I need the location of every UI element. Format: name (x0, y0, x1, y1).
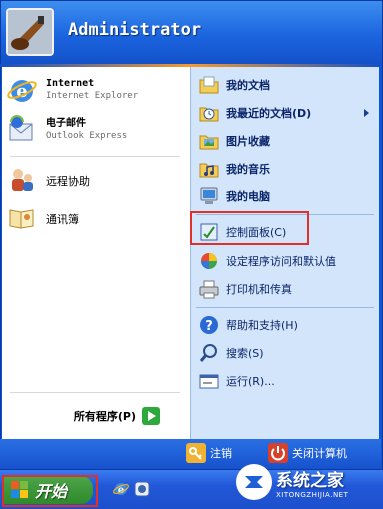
all-programs-button[interactable]: 所有程序(P) (2, 395, 190, 437)
right-item-label: 打印机和传真 (226, 283, 292, 296)
right-item-label: 搜索(S) (226, 347, 264, 360)
address-book-icon (6, 202, 38, 234)
start-button-highlight (2, 475, 98, 507)
right-item-label: 帮助和支持(H) (226, 319, 298, 332)
key-icon (186, 443, 206, 463)
right-item-program-defaults[interactable]: 设定程序访问和默认值 (198, 248, 336, 274)
watermark: 系统之家 XITONGZHIJIA.NET (236, 458, 381, 506)
pinned-item-title: 电子邮件 (46, 118, 86, 129)
my-pictures-icon (198, 130, 220, 152)
right-item-search[interactable]: 搜索(S) (198, 340, 264, 366)
my-music-icon (198, 158, 220, 180)
right-item-my-documents[interactable]: 我的文档 (198, 72, 270, 98)
program-defaults-icon (198, 250, 220, 272)
right-item-label: 我最近的文档(D) (226, 107, 312, 120)
watermark-title: 系统之家 (276, 470, 344, 491)
right-item-my-pictures[interactable]: 图片收藏 (198, 128, 270, 154)
recent-item-address-book[interactable]: 通讯簿 (6, 202, 79, 234)
quicklaunch-ie-icon[interactable]: e (112, 480, 130, 498)
pinned-item-internet[interactable]: e Internet Internet Explorer (6, 74, 138, 106)
my-computer-icon (198, 185, 220, 207)
left-separator (10, 156, 180, 157)
right-item-my-music[interactable]: 我的音乐 (198, 156, 270, 182)
logoff-label: 注销 (210, 447, 232, 460)
submenu-arrow-icon (364, 109, 369, 117)
quicklaunch-media-icon[interactable] (133, 480, 151, 498)
username: Administrator (68, 20, 202, 40)
pinned-item-title: Internet (46, 78, 95, 89)
pinned-item-subtitle: Internet Explorer (46, 91, 139, 101)
run-icon (198, 370, 220, 392)
all-programs-label: 所有程序(P) (73, 410, 136, 423)
right-item-label: 我的音乐 (226, 163, 270, 176)
watermark-logo (236, 464, 272, 500)
search-icon (198, 342, 220, 364)
right-item-my-computer[interactable]: 我的电脑 (198, 183, 270, 209)
internet-explorer-icon: e (6, 74, 38, 106)
recent-documents-icon (198, 102, 220, 124)
help-icon: ? (198, 314, 220, 336)
printer-icon (198, 278, 220, 300)
right-item-recent-documents[interactable]: 我最近的文档(D) (198, 100, 311, 126)
right-item-label: 我的电脑 (226, 190, 270, 203)
svg-text:?: ? (205, 319, 213, 334)
right-item-label: 设定程序访问和默认值 (226, 255, 336, 268)
watermark-url: XITONGZHIJIA.NET (276, 490, 349, 499)
right-item-run[interactable]: 运行(R)... (198, 368, 275, 394)
right-separator (196, 307, 374, 308)
right-item-help[interactable]: ? 帮助和支持(H) (198, 312, 298, 338)
outlook-express-icon (6, 114, 38, 146)
right-item-label: 运行(R)... (226, 375, 275, 388)
recent-item-remote-assistance[interactable]: 远程协助 (6, 164, 90, 196)
my-documents-icon (198, 74, 220, 96)
right-item-label: 我的文档 (226, 79, 270, 92)
right-item-label: 图片收藏 (226, 135, 270, 148)
recent-item-label: 通讯簿 (46, 212, 79, 226)
right-item-printers[interactable]: 打印机和传真 (198, 276, 292, 302)
user-avatar[interactable] (6, 8, 54, 56)
logoff-button[interactable]: 注销 (186, 443, 232, 463)
recent-item-label: 远程协助 (46, 174, 90, 188)
control-panel-highlight (190, 211, 309, 245)
pinned-item-subtitle: Outlook Express (46, 131, 128, 141)
left-separator (10, 392, 180, 393)
green-arrow-icon (142, 407, 160, 425)
remote-assistance-icon (6, 164, 38, 196)
pinned-item-email[interactable]: 电子邮件 Outlook Express (6, 114, 127, 146)
